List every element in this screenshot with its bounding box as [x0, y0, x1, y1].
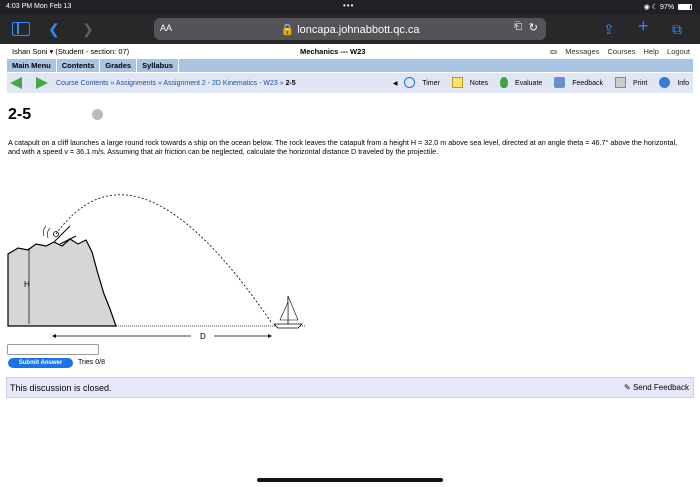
problem-text: A catapult on a cliff launches a large r…: [8, 138, 678, 157]
breadcrumb-trail[interactable]: Course Contents » Assignments » Assignme…: [56, 80, 286, 87]
nav-contents[interactable]: Contents: [57, 59, 101, 72]
home-indicator[interactable]: [257, 478, 443, 482]
evaluate-icon: [500, 77, 509, 88]
distance-label: D: [200, 332, 206, 341]
next-arrow-icon[interactable]: [36, 77, 48, 89]
courses-link[interactable]: Courses: [607, 47, 635, 56]
top-links: ▭ Messages Courses Help Logout: [544, 47, 690, 56]
reload-icon[interactable]: ↻: [529, 21, 538, 34]
info-icon: [659, 77, 671, 88]
battery-icon: [678, 4, 692, 10]
lc-top-bar: Ishan Soni ▾ (Student - section: 07) Mec…: [0, 44, 700, 59]
evaluate-tool[interactable]: Evaluate: [495, 77, 542, 88]
breadcrumb-bar: Course Contents » Assignments » Assignme…: [7, 73, 693, 93]
catapult-diagram: H D: [7, 194, 306, 341]
status-bar: 4:03 PM Mon Feb 13 ••• ◉ ☾ 97%: [0, 0, 700, 14]
notes-tool[interactable]: Notes: [447, 77, 488, 88]
discussion-closed-text: This discussion is closed.: [10, 383, 112, 393]
ship-icon: [273, 295, 303, 329]
url-text: 🔒 loncapa.johnabbott.qc.ca: [280, 24, 420, 36]
moon-icon: ☾: [651, 4, 659, 11]
logout-link[interactable]: Logout: [667, 47, 690, 56]
nav-main-menu[interactable]: Main Menu: [7, 59, 57, 72]
discussion-box: This discussion is closed. ✎ Send Feedba…: [6, 377, 694, 398]
problem-title: 2-5: [8, 106, 32, 123]
submit-answer-button[interactable]: Submit Answer: [8, 358, 73, 368]
wifi-icon: ◉: [643, 4, 650, 11]
share-icon[interactable]: ⇪: [603, 20, 615, 38]
print-tool[interactable]: Print: [610, 77, 647, 88]
tries-counter: Tries 0/8: [78, 359, 105, 366]
forward-icon[interactable]: ❯: [82, 20, 94, 38]
user-info[interactable]: Ishan Soni ▾ (Student - section: 07): [12, 47, 129, 56]
tabs-icon[interactable]: ⧉: [672, 20, 682, 38]
nav-syllabus[interactable]: Syllabus: [137, 59, 179, 72]
main-nav: Main Menu Contents Grades Syllabus: [7, 59, 693, 72]
breadcrumb-current: 2-5: [285, 80, 296, 87]
answer-input[interactable]: [7, 344, 99, 355]
battery-level: 97%: [660, 4, 675, 11]
reader-icon[interactable]: ⎗: [514, 21, 522, 32]
status-time: 4:03 PM Mon Feb 13: [6, 3, 72, 10]
address-bar[interactable]: AA 🔒 loncapa.johnabbott.qc.ca ⎗ ↻: [154, 18, 546, 40]
status-right: ◉ ☾ 97%: [644, 3, 692, 11]
send-feedback-link[interactable]: ✎ Send Feedback: [624, 383, 689, 392]
feedback-tool[interactable]: Feedback: [549, 77, 603, 88]
feedback-pen-icon: ✎: [624, 383, 633, 392]
browser-toolbar: ❮ ❯ AA 🔒 loncapa.johnabbott.qc.ca ⎗ ↻ ⇪ …: [0, 14, 700, 44]
tool-links: ◀ Timer Notes Evaluate Feedback Print In…: [383, 77, 689, 88]
print-icon: [614, 77, 626, 88]
course-title: Mechanics --- W23: [300, 47, 366, 56]
info-tool[interactable]: Info: [654, 77, 689, 88]
sidebar-icon[interactable]: [12, 22, 30, 36]
notes-icon: [451, 77, 463, 88]
left-triangle-icon: ◀: [392, 81, 400, 87]
nav-grades[interactable]: Grades: [100, 59, 138, 72]
status-dot-icon: [92, 109, 103, 120]
new-tab-icon[interactable]: +: [638, 17, 649, 35]
back-icon[interactable]: ❮: [48, 20, 60, 38]
previous-arrow-icon[interactable]: [10, 77, 22, 89]
height-label: H: [24, 280, 30, 289]
timer-tool[interactable]: ◀ Timer: [388, 77, 440, 88]
messages-link[interactable]: Messages: [565, 47, 599, 56]
multitask-dots[interactable]: •••: [343, 1, 354, 10]
messages-icon[interactable]: ▭: [550, 47, 557, 56]
timer-icon: [404, 77, 416, 88]
breadcrumb: Course Contents » Assignments » Assignme…: [56, 80, 296, 87]
help-link[interactable]: Help: [644, 47, 659, 56]
feedback-icon: [554, 77, 566, 88]
